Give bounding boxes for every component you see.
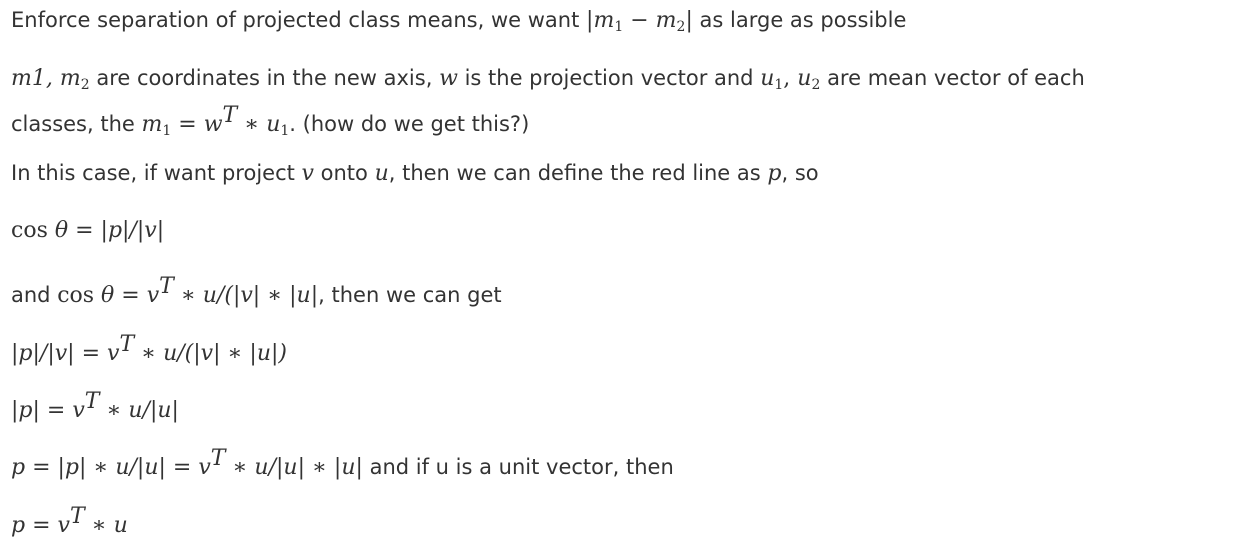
- text: are coordinates in the new axis,: [89, 66, 440, 90]
- math-v: v: [107, 341, 120, 366]
- math-u: u: [374, 161, 389, 186]
- text: onto: [313, 161, 375, 185]
- math-minus: −: [623, 8, 656, 33]
- paragraph-projection-intro: In this case, if want project v onto u, …: [11, 159, 819, 188]
- math-lhs: |p| =: [11, 398, 73, 423]
- text: as large as possible: [692, 8, 907, 32]
- paragraph-cos-theta-dot-product: and cos θ = vT ∗ u/(|v| ∗ |u|, then we c…: [11, 273, 502, 310]
- math-lhs: p =: [11, 513, 58, 538]
- equation-p-over-v: |p|/|v| = vT ∗ u/(|v| ∗ |u|): [11, 331, 287, 368]
- math-theta: θ: [101, 283, 115, 308]
- math-star: ∗: [237, 112, 267, 137]
- math-equals: =: [171, 112, 204, 137]
- text: are mean vector of each: [820, 66, 1085, 90]
- math-u: u: [760, 66, 775, 91]
- math-sup-T: T: [119, 332, 135, 357]
- math-expression: ∗ u/(|v| ∗ |u|: [173, 283, 319, 308]
- math-expression: ∗ u: [84, 513, 128, 538]
- math-expression: ∗ u/|u|: [99, 398, 179, 423]
- math-expression: ∗ u/|u| ∗ |u|: [225, 455, 363, 480]
- math-w: w: [203, 112, 223, 137]
- math-sub-1: 1: [774, 77, 784, 93]
- math-v: v: [301, 161, 314, 186]
- math-m: m: [141, 112, 163, 137]
- paragraph-coordinates-definition: m1, m2 are coordinates in the new axis, …: [11, 64, 1085, 99]
- math-cos: cos: [57, 283, 102, 308]
- math-m: m: [59, 66, 81, 91]
- math-sub-2: 2: [80, 77, 90, 93]
- math-expression: = |p|/|v|: [68, 218, 165, 243]
- text: In this case, if want project: [11, 161, 302, 185]
- math-v: v: [198, 455, 211, 480]
- paragraph-class-mean-separation: Enforce separation of projected class me…: [11, 6, 906, 41]
- math-sup-T: T: [210, 446, 226, 471]
- equation-p-unit-vector: p = vT ∗ u: [11, 503, 128, 540]
- math-u: u: [266, 112, 281, 137]
- text: , then we can get: [318, 283, 502, 307]
- math-abs-close: |: [685, 8, 693, 33]
- text: , then we can define the red line as: [388, 161, 768, 185]
- math-sup-T: T: [84, 389, 100, 414]
- math-v: v: [146, 283, 160, 308]
- math-v: v: [72, 398, 85, 423]
- math-p: p: [767, 161, 782, 186]
- math-cos: cos: [11, 218, 55, 243]
- text: classes, the: [11, 112, 142, 136]
- text: and if u is a unit vector, then: [362, 455, 674, 479]
- text: is the projection vector and: [457, 66, 761, 90]
- math-sup-T: T: [222, 103, 238, 128]
- paragraph-m1-equation: classes, the m1 = wT ∗ u1. (how do we ge…: [11, 102, 529, 145]
- math-sub-1: 1: [162, 123, 172, 139]
- math-sup-T: T: [159, 274, 174, 299]
- math-m: m: [655, 8, 677, 33]
- math-lhs: p = |p| ∗ u/|u| =: [11, 455, 199, 480]
- equation-p-magnitude: |p| = vT ∗ u/|u|: [11, 388, 179, 425]
- math-comma: ,: [783, 66, 798, 91]
- text: , so: [781, 161, 819, 185]
- math-lhs: |p|/|v| =: [11, 341, 107, 366]
- paragraph-p-vector: p = |p| ∗ u/|u| = vT ∗ u/|u| ∗ |u| and i…: [11, 445, 674, 482]
- math-w: w: [439, 66, 458, 91]
- math-m1: m1,: [11, 66, 60, 91]
- text: Enforce separation of projected class me…: [11, 8, 587, 32]
- text: . (how do we get this?): [289, 112, 530, 136]
- text: and: [11, 283, 58, 307]
- math-m: m: [593, 8, 615, 33]
- math-expression: ∗ u/(|v| ∗ |u|): [134, 341, 287, 366]
- math-u: u: [797, 66, 812, 91]
- math-v: v: [57, 513, 70, 538]
- math-theta: θ: [54, 218, 69, 243]
- math-sup-T: T: [69, 504, 85, 529]
- math-sub-1: 1: [280, 123, 290, 139]
- math-equals: =: [114, 283, 147, 308]
- math-sub-1: 1: [614, 19, 624, 35]
- equation-cos-theta-p-over-v: cos θ = |p|/|v|: [11, 216, 164, 245]
